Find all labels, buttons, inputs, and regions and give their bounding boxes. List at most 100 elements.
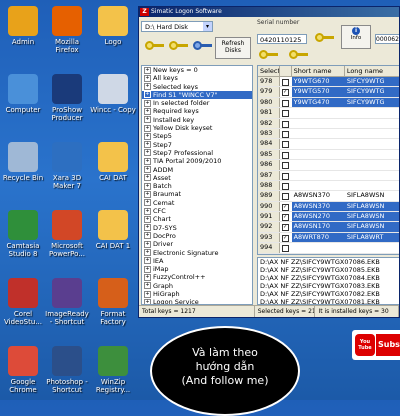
- file-path-list[interactable]: D:\AX NF ZZ\SIFCY9WTGX07086.EKB D:\AX NF …: [257, 257, 399, 305]
- list-item[interactable]: + CFC: [142, 207, 252, 215]
- desktop-icon[interactable]: WinZip Registry...: [90, 346, 136, 394]
- desktop-icon[interactable]: Corel VideoStu...: [0, 278, 46, 326]
- table-row[interactable]: 979 ✓ Y9WTG570 SIFCY9WTG: [258, 87, 399, 98]
- expand-icon[interactable]: +: [144, 265, 151, 273]
- expand-icon[interactable]: +: [144, 157, 151, 165]
- file-path-item[interactable]: D:\AX NF ZZ\SIFCY9WTGX07083.EKB: [258, 282, 399, 290]
- expand-icon[interactable]: +: [144, 141, 151, 149]
- list-item[interactable]: + Logon Service: [142, 298, 252, 304]
- expand-icon[interactable]: +: [144, 107, 151, 115]
- key-icon[interactable]: [289, 48, 309, 62]
- row-checkbox[interactable]: ✓: [281, 224, 289, 232]
- row-checkbox[interactable]: [281, 151, 289, 159]
- column-header[interactable]: Selected: [258, 66, 280, 76]
- search-field[interactable]: 0000621: [375, 34, 399, 44]
- expand-icon[interactable]: +: [144, 207, 151, 215]
- expand-icon[interactable]: +: [144, 124, 151, 132]
- row-checkbox[interactable]: [281, 130, 289, 138]
- table-row[interactable]: 992 ✓ A8WSN170 SIFLA8WSN: [258, 222, 399, 233]
- table-row[interactable]: 982: [258, 118, 399, 129]
- table-row[interactable]: 986: [258, 160, 399, 171]
- subscribe-button[interactable]: Subscribe: [376, 334, 400, 356]
- desktop-icon[interactable]: Mozilla Firefox: [44, 6, 90, 54]
- expand-icon[interactable]: +: [144, 83, 151, 91]
- column-header[interactable]: Long name: [345, 66, 399, 76]
- desktop-icon[interactable]: Photoshop - Shortcut: [44, 346, 90, 394]
- list-item[interactable]: + In selected folder: [142, 99, 252, 107]
- expand-icon[interactable]: +: [144, 166, 151, 174]
- table-row[interactable]: 981: [258, 108, 399, 119]
- row-checkbox[interactable]: ✓: [281, 89, 289, 97]
- key-icon[interactable]: [315, 31, 335, 45]
- expand-icon[interactable]: +: [144, 149, 151, 157]
- youtube-subscribe-badge[interactable]: You Tube Subscribe: [352, 330, 400, 360]
- list-item[interactable]: + HiGraph: [142, 290, 252, 298]
- table-row[interactable]: 984: [258, 139, 399, 150]
- list-item[interactable]: + DocPro: [142, 232, 252, 240]
- expand-icon[interactable]: +: [144, 116, 151, 124]
- desktop-icon[interactable]: Computer: [0, 74, 46, 114]
- list-item[interactable]: + IEA: [142, 257, 252, 265]
- table-row[interactable]: 987: [258, 170, 399, 181]
- expand-icon[interactable]: +: [144, 224, 151, 232]
- table-row[interactable]: 980 Y9WTG470 SIFCY9WTG: [258, 97, 399, 109]
- row-checkbox[interactable]: [281, 182, 289, 190]
- row-checkbox[interactable]: [281, 172, 289, 180]
- table-row[interactable]: 988: [258, 180, 399, 192]
- key-category-list[interactable]: + New keys = 0 + All keys + Selected keys + Fin…: [141, 65, 253, 305]
- row-checkbox[interactable]: ✓: [281, 214, 289, 222]
- desktop-icon[interactable]: ProShow Producer: [44, 74, 90, 122]
- row-checkbox[interactable]: ✓: [281, 234, 289, 242]
- expand-icon[interactable]: +: [144, 249, 151, 257]
- info-button[interactable]: i Info: [341, 25, 371, 49]
- desktop-icon[interactable]: Recycle Bin: [0, 142, 46, 182]
- list-item[interactable]: + Graph: [142, 282, 252, 290]
- desktop-icon[interactable]: CAI DAT: [90, 142, 136, 182]
- list-item[interactable]: + New keys = 0: [142, 66, 252, 74]
- expand-icon[interactable]: +: [144, 240, 151, 248]
- desktop-icon[interactable]: Wincc - Copy: [90, 74, 136, 114]
- desktop-icon[interactable]: Microsoft PowerPo...: [44, 210, 90, 258]
- desktop-icon[interactable]: CAI DAT 1: [90, 210, 136, 250]
- list-item[interactable]: + ADDM: [142, 166, 252, 174]
- expand-icon[interactable]: +: [144, 132, 151, 140]
- table-row[interactable]: 985: [258, 149, 399, 161]
- table-row[interactable]: 990 ✓ A8WSN370 SIFLA8WSN: [258, 201, 399, 213]
- list-item[interactable]: + Yellow Disk keyset: [142, 124, 252, 132]
- expand-icon[interactable]: +: [144, 290, 151, 298]
- list-item[interactable]: + Step7 Professional: [142, 149, 252, 157]
- desktop-icon[interactable]: Admin: [0, 6, 46, 46]
- row-checkbox[interactable]: [281, 99, 289, 107]
- window-titlebar[interactable]: Z Simatic Logon Software: [139, 7, 399, 17]
- expand-icon[interactable]: +: [144, 215, 151, 223]
- row-checkbox[interactable]: [281, 110, 289, 118]
- row-checkbox[interactable]: [281, 79, 289, 86]
- drive-select[interactable]: D:\ Hard Disk ▾: [141, 21, 213, 32]
- list-item[interactable]: + D7-SYS: [142, 224, 252, 232]
- file-path-item[interactable]: D:\AX NF ZZ\SIFCY9WTGX07084.EKB: [258, 274, 399, 282]
- expand-icon[interactable]: +: [144, 66, 151, 74]
- list-item[interactable]: + Chart: [142, 215, 252, 223]
- key-icon[interactable]: [259, 48, 279, 62]
- expand-icon[interactable]: +: [144, 190, 151, 198]
- desktop-icon[interactable]: Format Factory: [90, 278, 136, 326]
- desktop-icon[interactable]: Logo: [90, 6, 136, 46]
- list-item[interactable]: + Cemat: [142, 199, 252, 207]
- row-checkbox[interactable]: [281, 141, 289, 149]
- expand-icon[interactable]: +: [144, 174, 151, 182]
- table-row[interactable]: 995: [258, 253, 399, 254]
- column-header[interactable]: [280, 66, 292, 76]
- expand-icon[interactable]: +: [144, 182, 151, 190]
- table-row[interactable]: 978 Y9WTG670 SIFCY9WTG: [258, 77, 399, 88]
- chevron-down-icon[interactable]: ▾: [203, 22, 212, 31]
- list-item[interactable]: + Driver: [142, 240, 252, 248]
- list-item[interactable]: + Batch: [142, 182, 252, 190]
- table-row[interactable]: 989 A8WSN370 SIFLA8WSN: [258, 191, 399, 202]
- list-item[interactable]: + iMap: [142, 265, 252, 273]
- list-item[interactable]: + Installed key: [142, 116, 252, 124]
- column-header[interactable]: Short name: [292, 66, 345, 76]
- list-item[interactable]: + Selected keys: [142, 83, 252, 91]
- file-path-item[interactable]: D:\AX NF ZZ\SIFCY9WTGX07082.EKB: [258, 290, 399, 298]
- refresh-disks-button[interactable]: Refresh Disks: [215, 37, 251, 59]
- list-item[interactable]: + Braumat: [142, 190, 252, 198]
